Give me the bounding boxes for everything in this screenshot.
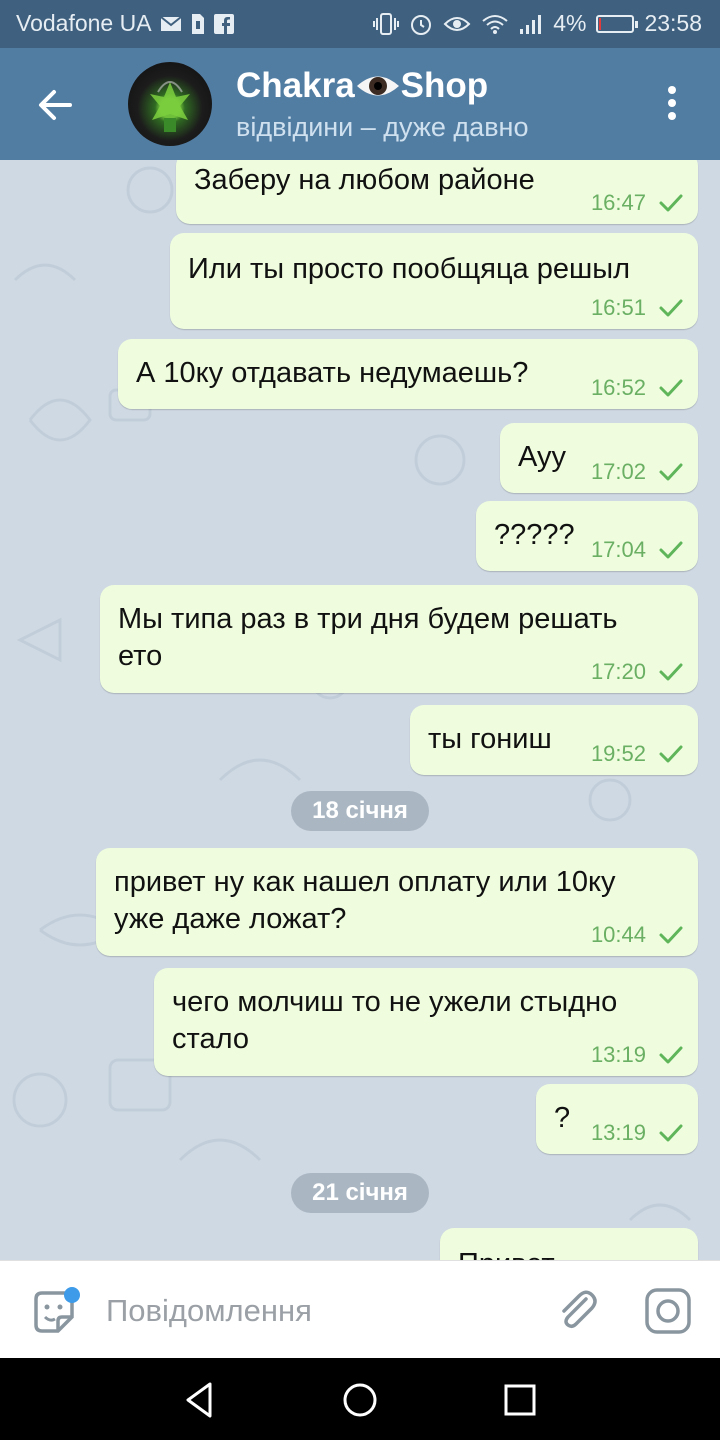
message-meta: 19:52 <box>591 741 684 767</box>
message-text: ты гониш <box>428 723 552 755</box>
battery-icon <box>596 14 639 33</box>
date-separator: 18 січня <box>291 791 429 831</box>
message-bubble[interactable]: Привет <box>440 1228 698 1260</box>
message-meta: 17:20 <box>591 659 684 685</box>
message-meta: 16:47 <box>591 190 684 216</box>
nav-back-icon[interactable] <box>180 1380 220 1420</box>
message-composer <box>0 1260 720 1359</box>
message-meta: 17:04 <box>591 537 684 563</box>
mail-icon <box>159 15 182 31</box>
check-icon <box>659 926 683 944</box>
message-text: Ауу <box>518 441 567 473</box>
avatar-art <box>150 81 190 132</box>
message-meta: 13:19 <box>591 1120 684 1146</box>
signal-icon <box>520 14 542 34</box>
message-meta: 16:51 <box>591 295 684 321</box>
message-meta: 13:19 <box>591 1042 684 1068</box>
status-bar: Vodafone UA 4% 23:58 <box>0 0 720 48</box>
system-nav-bar <box>0 1358 720 1440</box>
message-meta: 16:52 <box>591 375 684 401</box>
message-bubble[interactable]: ????? 17:04 <box>476 501 698 571</box>
message-bubble[interactable]: Или ты просто пообщяца решыл 16:51 <box>170 233 698 329</box>
carrier-name: Vodafone UA <box>16 10 152 36</box>
message-text: чего молчиш то не ужели стыдно стало <box>172 986 618 1055</box>
avatar[interactable] <box>128 62 212 146</box>
message-text: ????? <box>494 519 575 551</box>
eye-icon <box>356 76 399 96</box>
camera-icon[interactable] <box>642 1285 694 1337</box>
date-separator: 21 січня <box>291 1173 429 1213</box>
wifi-icon <box>482 14 508 34</box>
message-bubble[interactable]: ? 13:19 <box>536 1084 698 1154</box>
message-time: 17:20 <box>590 659 646 684</box>
message-time: 13:19 <box>590 1042 646 1067</box>
chat-title[interactable]: Chakra Shop <box>236 66 488 106</box>
message-time: 13:19 <box>590 1120 646 1145</box>
eye-comfort-icon <box>443 16 471 31</box>
back-arrow-icon[interactable] <box>30 80 80 130</box>
message-text: Мы типа раз в три дня будем решать ето <box>118 603 618 672</box>
message-bubble[interactable]: А 10ку отдавать недумаешь? 16:52 <box>118 339 698 409</box>
sticker-icon[interactable] <box>28 1287 80 1339</box>
nav-recents-icon[interactable] <box>500 1380 540 1420</box>
message-time: 16:47 <box>590 190 646 215</box>
status-bar-left: Vodafone UA <box>16 10 234 37</box>
message-time: 10:44 <box>590 922 646 947</box>
message-bubble[interactable]: чего молчиш то не ужели стыдно стало 13:1… <box>154 968 698 1076</box>
message-text: Или ты просто пообщяца решыл <box>188 253 631 285</box>
message-meta: 17:02 <box>591 459 684 485</box>
message-text: Заберу на любом районе <box>194 164 535 196</box>
message-time: 19:52 <box>590 741 646 766</box>
nav-home-icon[interactable] <box>340 1380 380 1420</box>
message-text: ? <box>554 1102 571 1134</box>
check-icon <box>659 379 683 397</box>
message-bubble[interactable]: Ауу 17:02 <box>500 423 698 493</box>
status-bar-right: 4% 23:58 <box>373 10 702 37</box>
message-time: 16:51 <box>590 295 646 320</box>
check-icon <box>659 1124 683 1142</box>
message-meta: 10:44 <box>591 922 684 948</box>
message-text: Привет <box>458 1246 555 1260</box>
facebook-icon <box>213 13 234 34</box>
message-list[interactable]: Заберу на любом районе 16:47 Или ты просто… <box>0 160 720 1260</box>
check-icon <box>659 663 683 681</box>
paperclip-icon[interactable] <box>552 1285 602 1335</box>
chat-header: Chakra Shop відвідини – дуже давно <box>0 48 720 160</box>
alarm-icon <box>411 14 432 35</box>
check-icon <box>659 463 683 481</box>
clock: 23:58 <box>644 10 702 36</box>
check-icon <box>659 194 683 212</box>
battery-level <box>599 17 602 30</box>
sim-icon <box>191 13 204 34</box>
message-bubble[interactable]: Мы типа раз в три дня будем решать ето 17… <box>100 585 698 693</box>
check-icon <box>659 1046 683 1064</box>
check-icon <box>659 299 683 317</box>
check-icon <box>659 541 683 559</box>
message-bubble[interactable]: Заберу на любом районе 16:47 <box>176 160 698 224</box>
check-icon <box>659 745 683 763</box>
chat-title-right: Shop <box>400 66 489 105</box>
message-time: 17:04 <box>590 537 646 562</box>
last-seen-status: відвідини – дуже давно <box>236 112 529 142</box>
chat-title-left: Chakra <box>236 66 355 105</box>
message-text: А 10ку отдавать недумаешь? <box>136 357 529 389</box>
message-text: привет ну как нашел оплату или 10ку уже … <box>114 866 616 935</box>
message-time: 17:02 <box>590 459 646 484</box>
battery-percent: 4% <box>553 10 587 36</box>
message-time: 16:52 <box>590 375 646 400</box>
message-bubble[interactable]: ты гониш 19:52 <box>410 705 698 775</box>
vibrate-icon <box>373 12 400 35</box>
message-bubble[interactable]: привет ну как нашел оплату или 10ку уже … <box>96 848 698 956</box>
more-vert-icon[interactable] <box>660 84 684 124</box>
message-input[interactable] <box>104 1285 528 1337</box>
